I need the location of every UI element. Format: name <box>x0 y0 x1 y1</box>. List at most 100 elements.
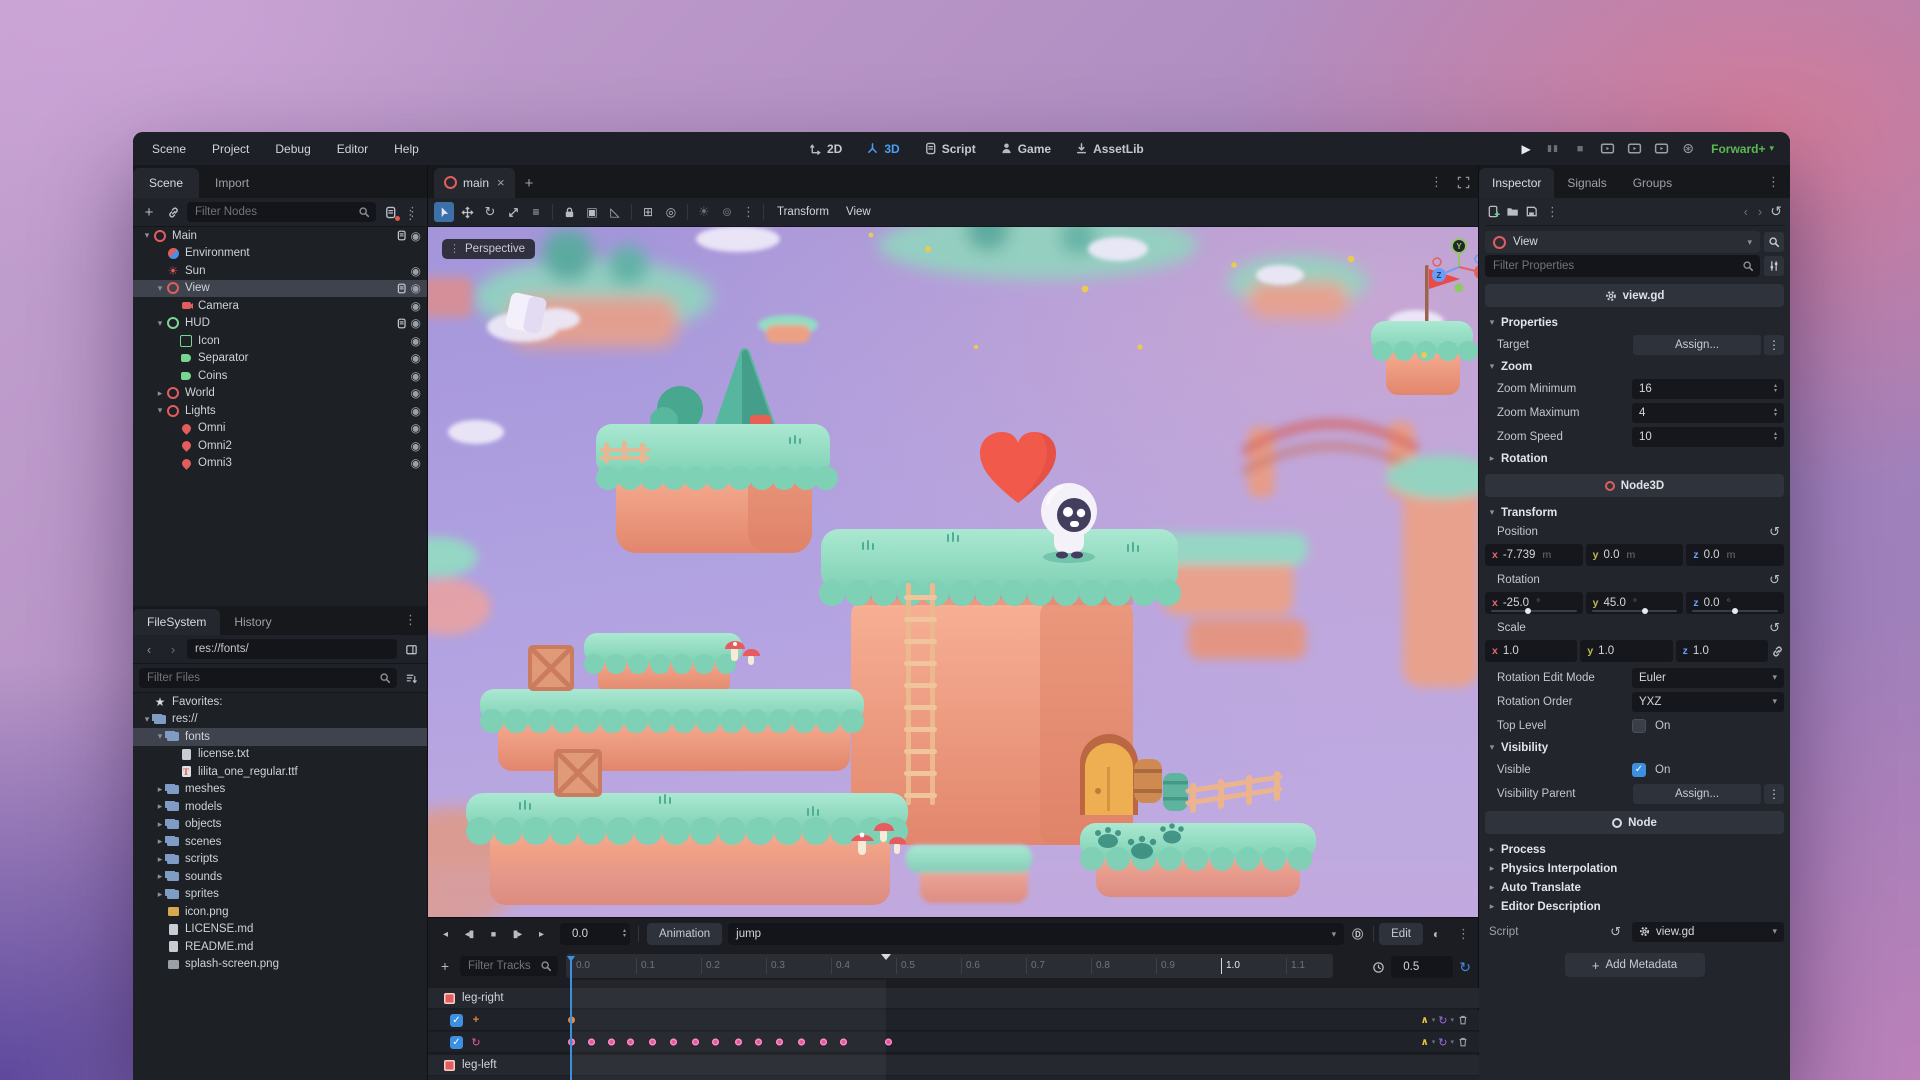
add-node-button[interactable]: + <box>139 202 159 222</box>
nav-forward-icon[interactable]: › <box>163 639 183 659</box>
scene-tree-row[interactable]: Separator ◉ <box>133 350 427 368</box>
filter-files-field[interactable] <box>139 668 397 688</box>
workspace-tab[interactable]: AssetLib <box>1067 138 1152 160</box>
dock-tab[interactable]: History <box>220 609 285 635</box>
rotation-edit-mode-dropdown[interactable]: Euler▾ <box>1632 668 1784 688</box>
anim-play-backwards-icon[interactable]: ◂▮ <box>458 923 480 945</box>
visibility-toggle-icon[interactable]: ◉ <box>411 351 421 365</box>
preview-environment-icon[interactable]: ⊚ <box>717 202 737 222</box>
zoom-speed-field[interactable]: 10▴▾ <box>1632 427 1784 447</box>
history-back-icon[interactable]: ‹ <box>1742 204 1750 219</box>
position-y-field[interactable]: y0.0m <box>1586 544 1684 566</box>
open-docs-icon[interactable] <box>1764 232 1784 252</box>
animation-menu-button[interactable]: Animation <box>647 923 722 945</box>
scene-tree-row[interactable]: Omni3 ◉ <box>133 455 427 473</box>
script-icon[interactable] <box>396 230 407 242</box>
instantiate-scene-button[interactable] <box>163 202 183 222</box>
target-assign-button[interactable]: Assign... <box>1633 335 1761 355</box>
visibility-toggle-icon[interactable]: ◉ <box>411 456 421 470</box>
save-resource-icon[interactable] <box>1525 205 1538 218</box>
file-tree-row[interactable]: icon.png <box>133 903 427 921</box>
section-properties[interactable]: Properties <box>1485 313 1784 332</box>
keyframe[interactable] <box>735 1039 742 1046</box>
preview-sun-icon[interactable]: ☀ <box>694 202 714 222</box>
anim-time-input[interactable] <box>570 927 604 941</box>
file-tree-row[interactable]: fonts <box>133 728 427 746</box>
spinner-icon[interactable]: ▴▾ <box>623 929 626 939</box>
play-scene-button[interactable] <box>1624 139 1644 159</box>
anim-stop-icon[interactable]: ■ <box>482 923 504 945</box>
close-icon[interactable]: × <box>497 175 505 190</box>
section-visibility[interactable]: Visibility <box>1485 738 1784 757</box>
expand-arrow-icon[interactable] <box>154 871 166 882</box>
rotation-slider-z[interactable]: z0.0° <box>1686 592 1784 614</box>
file-tree-row[interactable]: license.txt <box>133 746 427 764</box>
path-bar[interactable] <box>187 639 397 659</box>
collapsed-section[interactable]: Editor Description <box>1485 897 1784 916</box>
expand-arrow-icon[interactable] <box>154 889 166 900</box>
expand-arrow-icon[interactable] <box>154 318 166 329</box>
keyframe[interactable] <box>608 1039 615 1046</box>
file-tree-row[interactable]: README.md <box>133 938 427 956</box>
dock-tab[interactable]: Import <box>199 168 265 198</box>
collapsed-section[interactable]: Auto Translate <box>1485 878 1784 897</box>
visible-checkbox[interactable]: ✓ <box>1632 763 1646 777</box>
nav-back-icon[interactable]: ‹ <box>139 639 159 659</box>
stop-button[interactable]: ■ <box>1570 139 1590 159</box>
update-mode-icon[interactable]: ∧ <box>1421 1037 1429 1048</box>
add-track-button[interactable]: + <box>434 955 456 977</box>
script-dropdown[interactable]: view.gd▾ <box>1632 922 1784 942</box>
list-select-button[interactable]: ≡ <box>526 202 546 222</box>
workspace-tab[interactable]: 2D <box>801 138 850 160</box>
revert-script-icon[interactable]: ↺ <box>1610 924 1625 940</box>
attach-script-button[interactable] <box>380 202 400 222</box>
viewport-3d[interactable]: ⋮ Perspective Y X Z <box>428 227 1479 917</box>
menu-item[interactable]: Debug <box>266 138 319 160</box>
keyframe[interactable] <box>712 1039 719 1046</box>
workspace-tab[interactable]: 3D <box>858 138 907 160</box>
movie-maker-icon[interactable]: ⊛ <box>1678 139 1698 159</box>
anim-time-field[interactable]: ▴▾ <box>560 923 630 945</box>
zoom-maximum-field[interactable]: 4▴▾ <box>1632 403 1784 423</box>
expand-arrow-icon[interactable] <box>154 854 166 865</box>
anim-play-icon[interactable]: ▸ <box>530 923 552 945</box>
visibility-toggle-icon[interactable]: ◉ <box>411 299 421 313</box>
delete-track-icon[interactable] <box>1457 1036 1469 1048</box>
keyframe[interactable] <box>776 1039 783 1046</box>
expand-arrow-icon[interactable] <box>141 230 153 241</box>
file-tree-row[interactable]: Favorites: <box>133 693 427 711</box>
timeline-playhead[interactable] <box>570 956 572 1080</box>
scene-tree-row[interactable]: Omni2 ◉ <box>133 437 427 455</box>
track-enabled-checkbox[interactable]: ✓ <box>450 1036 463 1049</box>
scene-tree-row[interactable]: Omni ◉ <box>133 420 427 438</box>
zoom-minimum-field[interactable]: 16▴▾ <box>1632 379 1784 399</box>
rotation-order-dropdown[interactable]: YXZ▾ <box>1632 692 1784 712</box>
view-gizmo[interactable]: Y X Z <box>1427 235 1479 299</box>
visibility-toggle-icon[interactable]: ◉ <box>411 421 421 435</box>
file-tree-row[interactable]: scenes <box>133 833 427 851</box>
top-level-checkbox[interactable] <box>1632 719 1646 733</box>
expand-arrow-icon[interactable] <box>154 836 166 847</box>
revert-position-icon[interactable]: ↺ <box>1769 524 1784 540</box>
file-tree-row[interactable]: sprites <box>133 886 427 904</box>
section-rotation-collapsed[interactable]: Rotation <box>1485 449 1784 468</box>
keyframe[interactable] <box>840 1039 847 1046</box>
toggle-split-mode-icon[interactable] <box>401 639 421 659</box>
workspace-tab[interactable]: Game <box>992 138 1059 160</box>
anim-play-start-icon[interactable]: ▮▸ <box>506 923 528 945</box>
collapsed-section[interactable]: Process <box>1485 840 1784 859</box>
file-tree-row[interactable]: models <box>133 798 427 816</box>
scene-tree-row[interactable]: Sun ◉ <box>133 262 427 280</box>
history-icon[interactable]: ↺ <box>1770 203 1782 220</box>
history-forward-icon[interactable]: › <box>1756 204 1764 219</box>
snap-step-field[interactable] <box>1391 956 1453 978</box>
workspace-tab[interactable]: Script <box>916 138 984 160</box>
file-tree-row[interactable]: scripts <box>133 851 427 869</box>
keyframe[interactable] <box>588 1039 595 1046</box>
play-custom-scene-button[interactable] <box>1651 139 1671 159</box>
scene-tree-row[interactable]: View ◉ <box>133 280 427 298</box>
group-selected-button[interactable]: ▣ <box>582 202 602 222</box>
dock-tab[interactable]: Groups <box>1620 168 1685 198</box>
ruler-marker[interactable] <box>881 954 891 960</box>
track-row[interactable]: ✓ ↻ ∧▾ ↻▾ <box>428 1032 1479 1053</box>
